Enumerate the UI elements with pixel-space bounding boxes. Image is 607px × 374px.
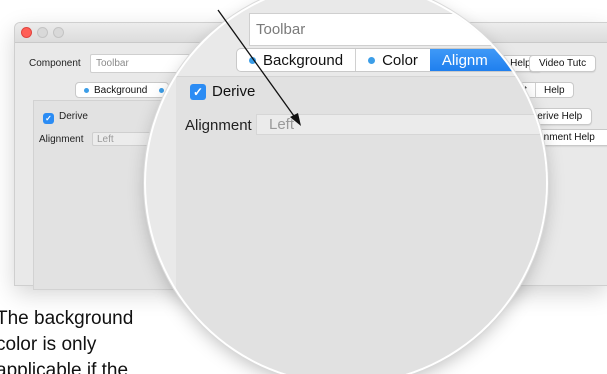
caption-text: The background color is only applicable … <box>0 306 133 374</box>
caption-line: color is only <box>0 334 97 355</box>
caption-line: The background <box>0 308 134 329</box>
caption-line: applicable if the <box>0 360 129 374</box>
